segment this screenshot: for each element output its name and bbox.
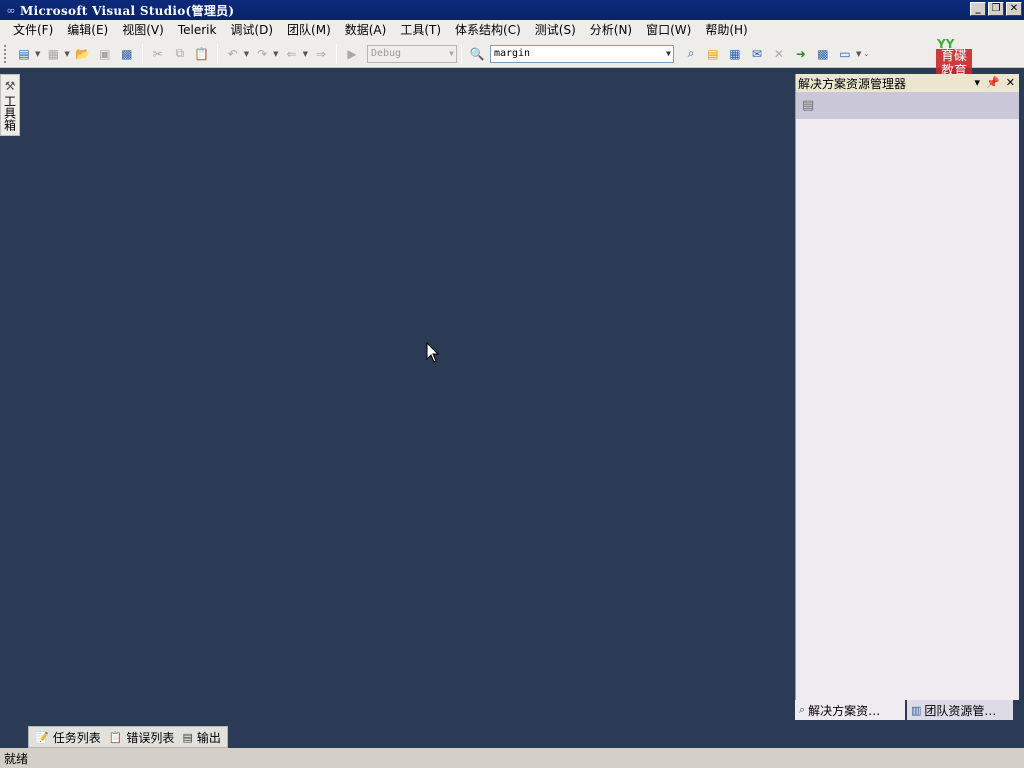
object-browser-icon[interactable]: ▦ — [726, 45, 744, 63]
tab-solution-explorer[interactable]: ⌕ 解决方案资… — [795, 700, 905, 720]
find-combo-value: margin — [493, 48, 531, 59]
standard-toolbar: ▤ ▼ ▦ ▼ 📂 ▣ ▩ ✂ ⧉ 📋 ↶ ▼ ↷ ▼ ⇐ ▼ ⇒ ▶ Debu… — [0, 40, 1024, 68]
new-project-dropdown-icon[interactable]: ▼ — [35, 50, 40, 58]
close-panel-icon[interactable]: ✕ — [1006, 74, 1015, 92]
start-page-icon[interactable]: ➜ — [792, 45, 810, 63]
status-bar: 就绪 — [0, 748, 1024, 768]
menu-window[interactable]: 窗口(W) — [639, 20, 698, 40]
solution-explorer-header: 解决方案资源管理器 ▾ 📌 ✕ — [796, 74, 1019, 92]
title-bar: ∞ Microsoft Visual Studio(管理员) _ ❐ ✕ — [0, 0, 1024, 20]
error-list-icon: 📋 — [108, 730, 123, 744]
solution-configuration-value: Debug — [370, 48, 402, 59]
toolbox-icon: ⚒ — [4, 79, 16, 93]
solution-configuration-combo[interactable]: Debug ▼ — [366, 44, 457, 63]
solution-explorer-toolbar: ▤ — [796, 92, 1019, 119]
properties-icon[interactable]: ▤ — [802, 98, 814, 113]
menu-test[interactable]: 测试(S) — [528, 20, 583, 40]
solution-explorer-panel: 解决方案资源管理器 ▾ 📌 ✕ ▤ — [795, 74, 1019, 700]
minimize-button[interactable]: _ — [970, 2, 986, 16]
toolbar-separator — [460, 43, 462, 64]
save-all-icon[interactable]: ▩ — [118, 45, 136, 63]
tab-label: 团队资源管… — [924, 703, 997, 718]
toolbox-icon[interactable]: ✉ — [748, 45, 766, 63]
menu-tools[interactable]: 工具(T) — [393, 20, 448, 40]
tab-task-list[interactable]: 📝 任务列表 — [31, 729, 105, 746]
tools-icon[interactable]: ✕ — [770, 45, 788, 63]
menu-file[interactable]: 文件(F) — [6, 20, 60, 40]
toolbar-separator — [335, 43, 337, 64]
save-icon[interactable]: ▣ — [96, 45, 114, 63]
redo-icon[interactable]: ↷ — [253, 45, 271, 63]
add-item-icon[interactable]: ▦ — [44, 45, 62, 63]
add-item-dropdown-icon[interactable]: ▼ — [64, 50, 69, 58]
solution-explorer-icon: ⌕ — [799, 703, 806, 716]
bottom-tool-tabs: 📝 任务列表 📋 错误列表 ▤ 输出 — [28, 726, 228, 748]
extension-manager-icon[interactable]: ▩ — [814, 45, 832, 63]
open-file-icon[interactable]: 📂 — [74, 45, 92, 63]
menu-bar: 文件(F) 编辑(E) 视图(V) Telerik 调试(D) 团队(M) 数据… — [0, 20, 1024, 40]
navigate-backward-dropdown-icon[interactable]: ▼ — [303, 50, 308, 58]
new-project-icon[interactable]: ▤ — [15, 45, 33, 63]
navigate-forward-icon[interactable]: ⇒ — [312, 45, 330, 63]
toolbar-options-icon[interactable]: ⌄ — [863, 50, 869, 58]
pin-icon[interactable]: 📌 — [986, 74, 1000, 92]
toolbox-label: 工具箱 — [2, 95, 17, 131]
navigate-backward-icon[interactable]: ⇐ — [283, 45, 301, 63]
undo-dropdown-icon[interactable]: ▼ — [244, 50, 249, 58]
menu-architecture[interactable]: 体系结构(C) — [448, 20, 528, 40]
undo-icon[interactable]: ↶ — [224, 45, 242, 63]
task-list-icon: 📝 — [35, 730, 49, 744]
paste-icon[interactable]: 📋 — [193, 45, 211, 63]
cut-icon[interactable]: ✂ — [149, 45, 167, 63]
panel-menu-dropdown-icon[interactable]: ▾ — [975, 74, 981, 92]
chevron-down-icon: ▼ — [449, 48, 454, 58]
copy-icon[interactable]: ⧉ — [171, 45, 189, 63]
toolbar-grip[interactable] — [4, 44, 7, 63]
menu-team[interactable]: 团队(M) — [280, 20, 338, 40]
tab-label: 解决方案资… — [808, 703, 881, 718]
find-in-files-icon[interactable]: 🔍 — [468, 45, 486, 63]
tab-error-list[interactable]: 📋 错误列表 — [105, 729, 179, 746]
tab-label: 任务列表 — [52, 730, 101, 745]
command-window-icon[interactable]: ▭ — [836, 45, 854, 63]
panel-controls: ▾ 📌 ✕ — [975, 74, 1015, 92]
window-controls: _ ❐ ✕ — [970, 2, 1022, 16]
menu-view[interactable]: 视图(V) — [115, 20, 171, 40]
tab-output[interactable]: ▤ 输出 — [178, 729, 224, 746]
tab-label: 错误列表 — [126, 730, 175, 745]
close-button[interactable]: ✕ — [1006, 2, 1022, 16]
right-panel-tabs: ⌕ 解决方案资… ▥ 团队资源管… — [795, 700, 1019, 720]
window-title: Microsoft Visual Studio(管理员) — [20, 3, 235, 18]
solution-tree[interactable] — [796, 119, 1019, 700]
toolbar-separator — [141, 43, 143, 64]
menu-analyze[interactable]: 分析(N) — [583, 20, 639, 40]
tab-label: 输出 — [196, 730, 221, 745]
redo-dropdown-icon[interactable]: ▼ — [273, 50, 278, 58]
mouse-pointer-icon — [426, 342, 440, 363]
properties-icon[interactable]: ▤ — [704, 45, 722, 63]
visual-studio-logo-icon: ∞ — [6, 3, 16, 17]
restore-button[interactable]: ❐ — [988, 2, 1004, 16]
status-text: 就绪 — [4, 751, 29, 766]
menu-help[interactable]: 帮助(H) — [698, 20, 754, 40]
output-icon: ▤ — [182, 730, 193, 744]
team-explorer-icon: ▥ — [911, 703, 922, 717]
start-debugging-icon[interactable]: ▶ — [343, 45, 361, 63]
tab-team-explorer[interactable]: ▥ 团队资源管… — [907, 700, 1013, 720]
solution-explorer-icon[interactable]: ⌕ — [682, 45, 700, 63]
toolbar-separator — [216, 43, 218, 64]
menu-telerik[interactable]: Telerik — [171, 20, 224, 40]
menu-data[interactable]: 数据(A) — [338, 20, 394, 40]
toolbox-tab[interactable]: ⚒ 工具箱 — [0, 74, 20, 136]
find-combo[interactable]: margin ▼ — [489, 44, 674, 63]
menu-debug[interactable]: 调试(D) — [223, 20, 280, 40]
menu-edit[interactable]: 编辑(E) — [60, 20, 115, 40]
solution-explorer-title: 解决方案资源管理器 — [798, 76, 907, 91]
chevron-down-icon: ▼ — [666, 48, 671, 58]
command-window-dropdown-icon[interactable]: ▼ — [856, 50, 861, 58]
